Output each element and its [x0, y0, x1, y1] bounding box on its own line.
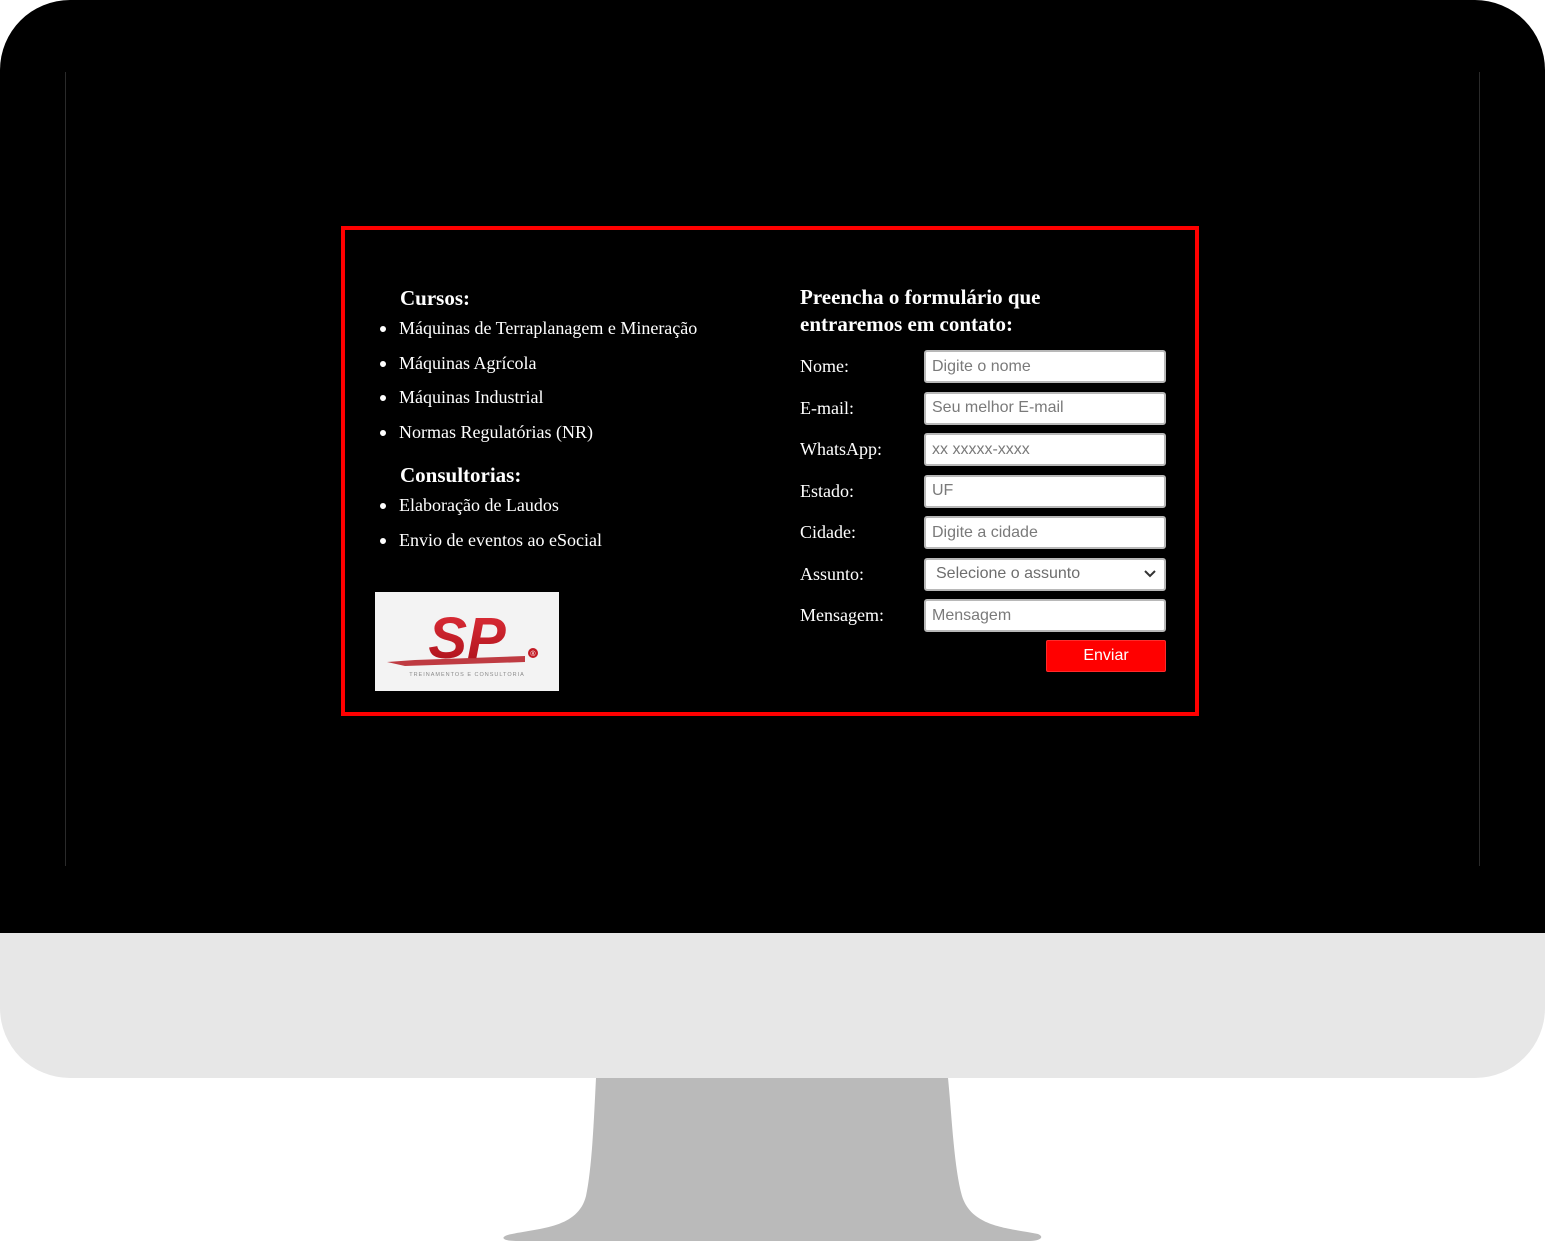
bullet-icon: [380, 360, 386, 367]
form-row-cidade: Cidade:: [800, 516, 1170, 558]
form-fields: Nome: E-mail: WhatsApp: Estado: Cidade:: [800, 350, 1170, 641]
chevron-down-icon: [1144, 569, 1156, 577]
bullet-icon: [380, 395, 386, 401]
email-label: E-mail:: [800, 397, 854, 418]
consulting-label: Elaboração de Laudos: [399, 495, 559, 515]
monitor-stand: [0, 1078, 1546, 1241]
nome-input[interactable]: [924, 350, 1166, 383]
estado-input[interactable]: [924, 474, 1166, 508]
monitor-mockup: Cursos: Máquinas de Terraplanagem e Mine…: [0, 0, 1546, 1241]
list-item: Máquinas de Terraplanagem e Mineração: [375, 318, 775, 353]
consulting-title: Consultorias:: [400, 463, 522, 487]
contact-form: Preencha o formulário que entraremos em …: [800, 284, 1170, 672]
course-label: Máquinas Industrial: [399, 387, 544, 407]
mensagem-label: Mensagem:: [800, 605, 884, 625]
whatsapp-input[interactable]: [924, 433, 1166, 466]
bullet-icon: [380, 503, 386, 509]
form-row-nome: Nome:: [800, 350, 1170, 392]
list-item: Envio de eventos ao eSocial: [375, 530, 775, 565]
list-item: Elaboração de Laudos: [375, 495, 775, 530]
nome-label: Nome:: [800, 356, 849, 376]
course-label: Máquinas Agrícola: [399, 352, 537, 373]
form-row-estado: Estado:: [800, 474, 1170, 517]
cidade-input[interactable]: [924, 516, 1166, 549]
list-item: Máquinas Industrial: [375, 387, 775, 422]
consulting-list: Elaboração de Laudos Envio de eventos ao…: [375, 495, 775, 564]
mensagem-input[interactable]: [924, 599, 1166, 632]
course-label: Máquinas de Terraplanagem e Mineração: [399, 318, 698, 338]
logo-text: SP: [428, 606, 506, 671]
cidade-label: Cidade:: [800, 522, 856, 542]
assunto-label: Assunto:: [800, 563, 865, 584]
form-row-assunto: Assunto: Selecione o assunto: [800, 557, 1170, 600]
list-item: Máquinas Agrícola: [375, 353, 775, 388]
form-title: Preencha o formulário que entraremos em …: [800, 285, 1041, 336]
logo-tagline: TREINAMENTOS E CONSULTORIA: [409, 672, 525, 678]
courses-title: Cursos:: [400, 286, 471, 310]
list-item: Normas Regulatórias (NR): [375, 422, 775, 457]
course-label: Normas Regulatórias (NR): [399, 421, 593, 442]
estado-label: Estado:: [800, 480, 854, 501]
services-column: Cursos: Máquinas de Terraplanagem e Mine…: [375, 284, 775, 691]
contact-panel: Cursos: Máquinas de Terraplanagem e Mine…: [341, 226, 1199, 716]
form-row-mensagem: Mensagem:: [800, 599, 1170, 641]
courses-list: Máquinas de Terraplanagem e Mineração Má…: [375, 318, 775, 456]
email-input[interactable]: [924, 391, 1166, 425]
bullet-icon: [380, 326, 386, 332]
whatsapp-label: WhatsApp:: [800, 439, 882, 459]
form-row-email: E-mail:: [800, 391, 1170, 434]
consulting-label: Envio de eventos ao eSocial: [399, 529, 602, 550]
bullet-icon: [380, 429, 386, 436]
form-row-whatsapp: WhatsApp:: [800, 433, 1170, 475]
bullet-icon: [380, 537, 386, 544]
company-logo: SP ® TREINAMENTOS E CONSULTORIA: [375, 592, 559, 691]
assunto-selected-value: Selecione o assunto: [936, 565, 1081, 582]
submit-button[interactable]: Enviar: [1046, 640, 1166, 672]
registered-mark: ®: [530, 650, 536, 658]
assunto-select[interactable]: Selecione o assunto: [924, 557, 1166, 591]
